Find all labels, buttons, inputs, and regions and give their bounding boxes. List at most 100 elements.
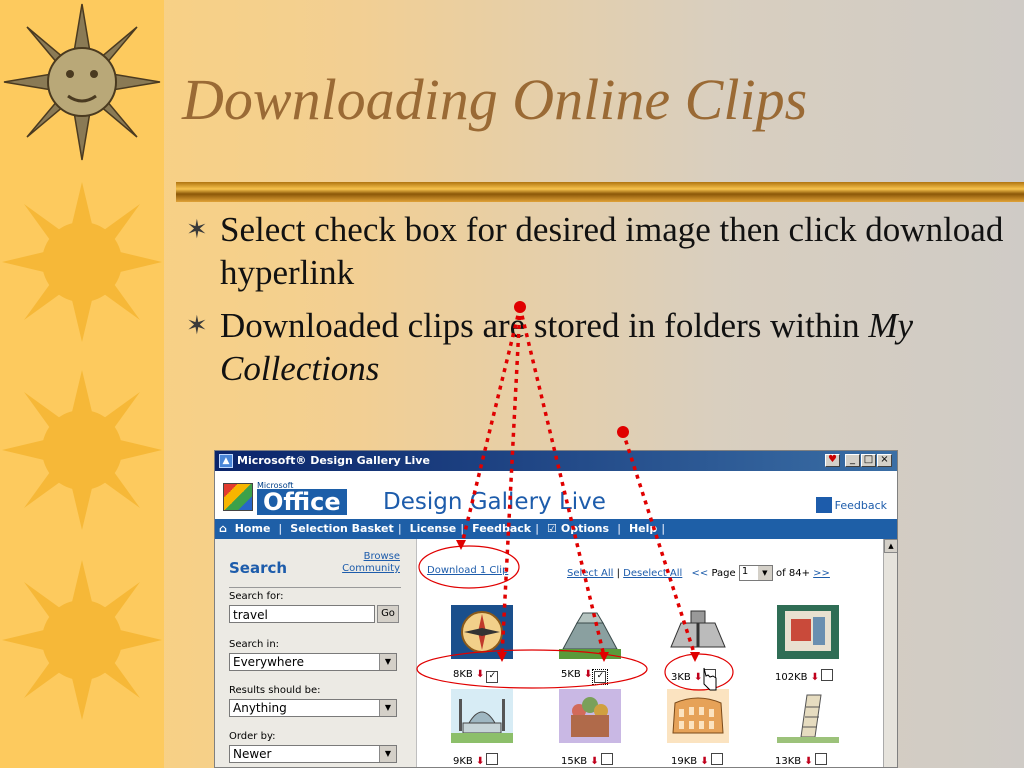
order-value: Newer <box>233 747 272 761</box>
search-sidebar: Search Browse Community Search for: trav… <box>215 539 417 767</box>
clip-size: 8KB <box>453 669 473 680</box>
clip-meta: 15KB ⬇ <box>561 753 613 767</box>
download-arrow-icon[interactable]: ⬇ <box>590 756 598 767</box>
search-input[interactable]: travel <box>229 605 375 623</box>
nav-home-label: Home <box>234 522 271 535</box>
download-arrow-icon[interactable]: ⬇ <box>476 669 484 680</box>
window-titlebar[interactable]: ▲ Microsoft® Design Gallery Live ♥ _ □ × <box>215 451 897 471</box>
left-decorative-strip <box>0 0 164 768</box>
chevron-down-icon[interactable]: ▼ <box>379 700 396 716</box>
clip-size: 3KB <box>671 672 691 683</box>
feedback-icon <box>815 497 832 513</box>
page-label: Page <box>711 568 736 579</box>
download-arrow-icon[interactable]: ⬇ <box>700 756 708 767</box>
clip-checkbox[interactable] <box>710 753 723 765</box>
prev-page-link[interactable]: << <box>692 568 709 579</box>
bullet-item: ✶ Select check box for desired image the… <box>186 208 1016 294</box>
download-arrow-icon[interactable]: ⬇ <box>694 672 702 683</box>
clip-checkbox[interactable] <box>486 753 499 765</box>
browse-community-link[interactable]: Browse Community <box>330 551 400 575</box>
clip-checkbox[interactable]: ✓ <box>592 669 609 685</box>
metal-sun-icon <box>3 3 161 161</box>
temple-clip-thumbnail[interactable] <box>667 605 729 659</box>
clip-size: 15KB <box>561 756 588 767</box>
search-in-select[interactable]: Everywhere ▼ <box>229 653 397 671</box>
clip-checkbox[interactable] <box>821 669 834 681</box>
nav-options-label: Options <box>560 522 610 535</box>
scroll-up-arrow-icon[interactable]: ▲ <box>884 539 897 553</box>
clip-checkbox[interactable] <box>704 669 717 681</box>
vertical-scrollbar[interactable]: ▲ <box>883 539 897 767</box>
sun-icon <box>2 560 162 720</box>
mosque-clip-thumbnail[interactable] <box>451 689 513 743</box>
clip-meta: 9KB ⬇ <box>453 753 499 767</box>
clip-meta: 13KB ⬇ <box>775 753 827 767</box>
bullet-item: ✶ Downloaded clips are stored in folders… <box>186 304 1016 390</box>
order-label: Order by: <box>229 731 276 742</box>
maximize-button[interactable]: □ <box>861 454 876 467</box>
slide-title: Downloading Online Clips <box>182 67 808 132</box>
app-icon: ▲ <box>219 454 233 468</box>
sidebar-divider <box>229 587 401 588</box>
nav-bar: ⌂ Home | Selection Basket | License | Feedb… <box>215 519 897 539</box>
clip-checkbox[interactable] <box>600 753 613 765</box>
clip-size: 102KB <box>775 672 808 683</box>
close-button[interactable]: × <box>877 454 892 467</box>
compass-clip-thumbnail[interactable] <box>451 605 513 659</box>
pyramid-clip-thumbnail[interactable] <box>559 605 621 659</box>
next-page-link[interactable]: >> <box>813 568 830 579</box>
download-arrow-icon[interactable]: ⬇ <box>804 756 812 767</box>
bullet-text: Downloaded clips are stored in folders w… <box>220 306 869 345</box>
page-select[interactable]: 1 ▼ <box>738 565 773 581</box>
go-button[interactable]: Go <box>377 605 399 623</box>
nav-license[interactable]: License <box>406 522 461 535</box>
nav-options[interactable]: ☑ Options <box>543 522 617 535</box>
sun-icon <box>2 370 162 530</box>
minimize-button[interactable]: _ <box>845 454 860 467</box>
download-arrow-icon[interactable]: ⬇ <box>584 669 592 680</box>
download-arrow-icon[interactable]: ⬇ <box>811 672 819 683</box>
clip-meta: 19KB ⬇ <box>671 753 723 767</box>
order-select[interactable]: Newer ▼ <box>229 745 397 763</box>
nav-feedback[interactable]: Feedback <box>468 522 535 535</box>
nav-selection-basket[interactable]: Selection Basket <box>286 522 397 535</box>
select-all-link[interactable]: Select All <box>567 568 613 579</box>
results-select[interactable]: Anything ▼ <box>229 699 397 717</box>
page-total: of 84+ <box>776 568 810 579</box>
feedback-label: Feedback <box>834 499 887 512</box>
monument-photo-thumbnail[interactable] <box>777 605 839 659</box>
nav-help[interactable]: Help <box>625 522 661 535</box>
clip-meta: 8KB ⬇ ✓ <box>453 669 499 683</box>
logo-office: Office <box>257 489 347 515</box>
clip-checkbox[interactable]: ✓ <box>486 671 499 683</box>
chevron-down-icon[interactable]: ▼ <box>379 654 396 670</box>
results-panel: Download 1 Clip Select All | Deselect Al… <box>417 539 883 767</box>
clip-size: 19KB <box>671 756 698 767</box>
chevron-down-icon[interactable]: ▼ <box>757 566 772 580</box>
results-label: Results should be: <box>229 685 321 696</box>
deselect-all-link[interactable]: Deselect All <box>623 568 682 579</box>
bullet-list: ✶ Select check box for desired image the… <box>186 208 1016 400</box>
leaning-tower-clip-thumbnail[interactable] <box>777 689 839 743</box>
results-value: Anything <box>233 701 287 715</box>
site-header: Microsoft Office Design Gallery Live Fee… <box>215 471 897 519</box>
clip-size: 13KB <box>775 756 802 767</box>
feedback-link[interactable]: Feedback <box>815 497 887 513</box>
clip-size: 9KB <box>453 756 473 767</box>
download-arrow-icon[interactable]: ⬇ <box>476 756 484 767</box>
colosseum-clip-thumbnail[interactable] <box>667 689 729 743</box>
star-bullet-icon: ✶ <box>186 215 208 244</box>
page-value: 1 <box>741 566 749 577</box>
clip-meta: 3KB ⬇ <box>671 669 717 683</box>
bullet-text: Select check box for desired image then … <box>220 210 1004 292</box>
favorite-icon[interactable]: ♥ <box>825 454 840 467</box>
gold-divider <box>176 182 1024 202</box>
download-clips-link[interactable]: Download 1 Clip <box>427 565 508 576</box>
nav-home[interactable]: ⌂ Home <box>215 522 278 535</box>
selection-controls: Select All | Deselect All << Page 1 ▼ of … <box>567 565 830 581</box>
cathedral-clip-thumbnail[interactable] <box>559 689 621 743</box>
office-logo-icon <box>223 483 253 511</box>
design-gallery-window: ▲ Microsoft® Design Gallery Live ♥ _ □ ×… <box>214 450 898 768</box>
clip-checkbox[interactable] <box>814 753 827 765</box>
chevron-down-icon[interactable]: ▼ <box>379 746 396 762</box>
